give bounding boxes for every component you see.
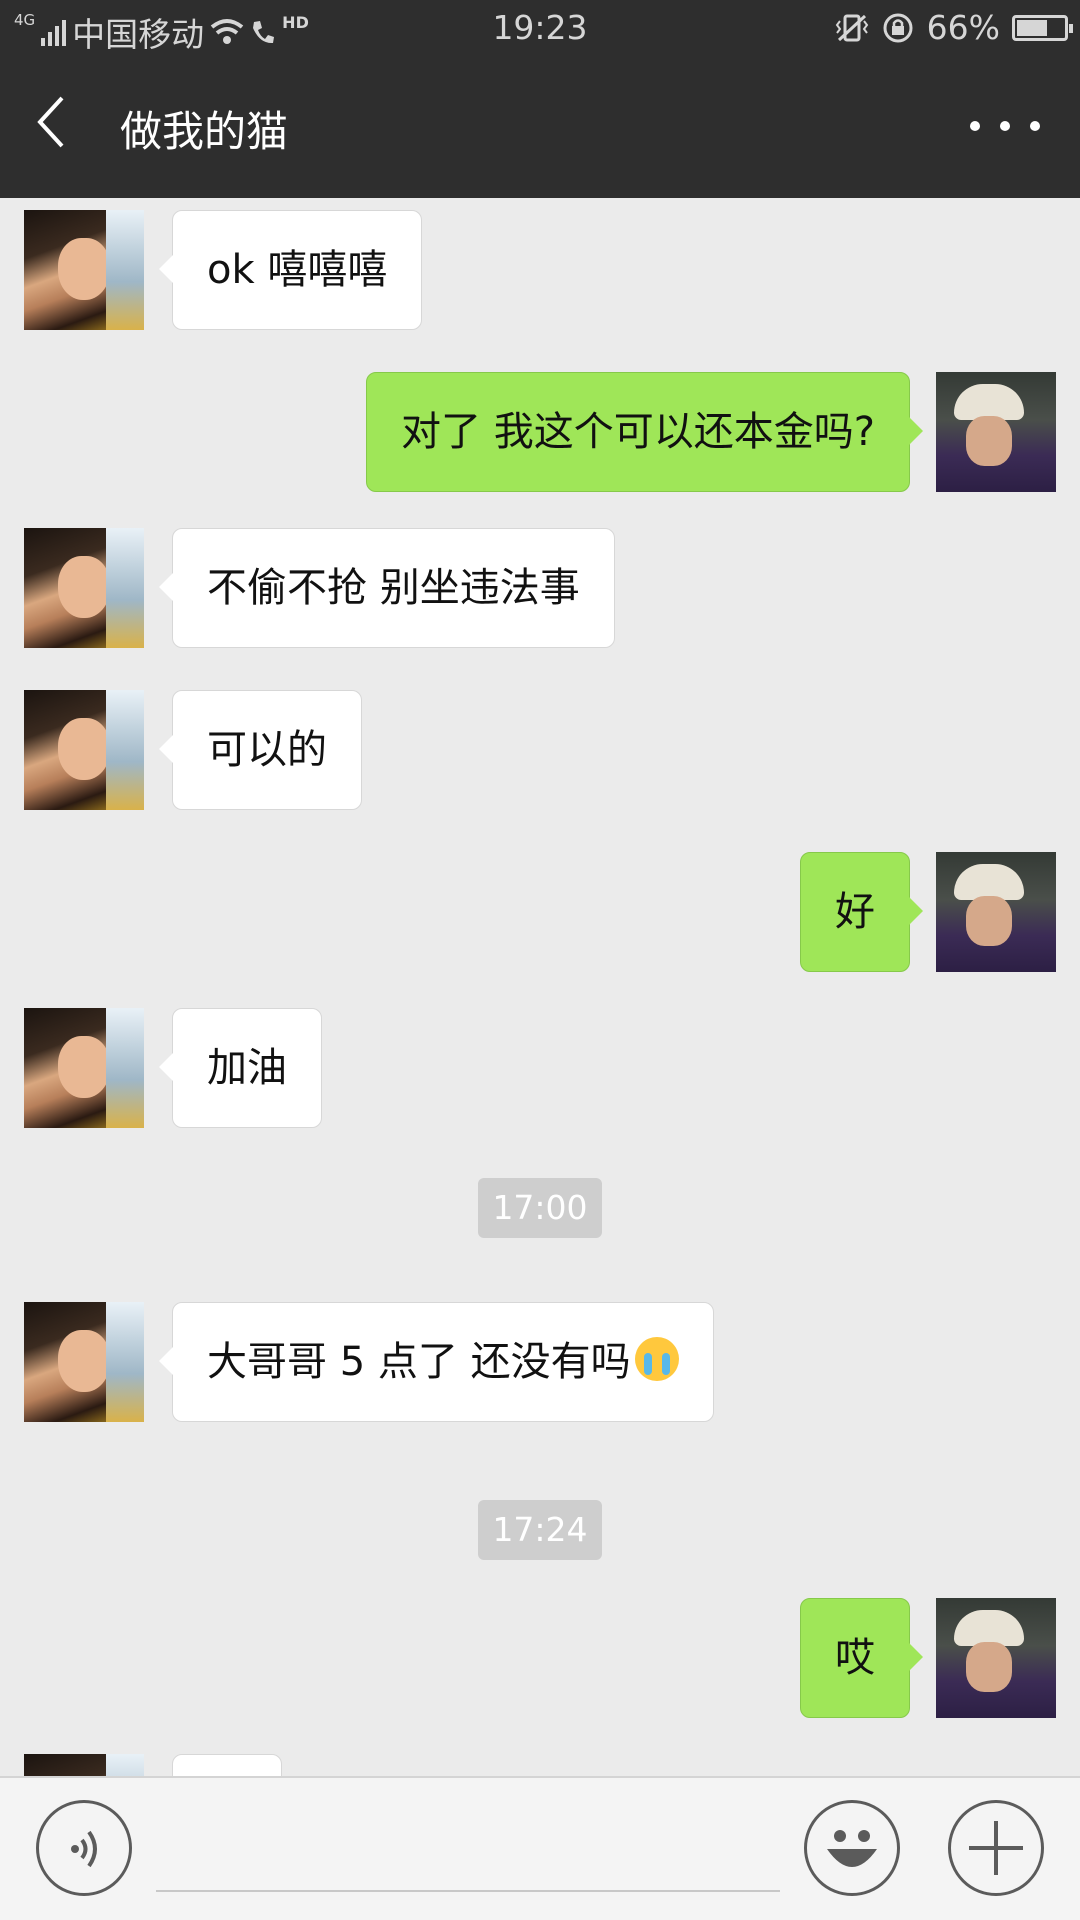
- sent-message[interactable]: 哎: [800, 1598, 923, 1718]
- more-dot-icon: [1030, 121, 1040, 131]
- contact-avatar[interactable]: [24, 1302, 144, 1422]
- more-dot-icon: [1000, 121, 1010, 131]
- my-avatar[interactable]: [936, 1598, 1056, 1718]
- chat-header: 做我的猫: [0, 56, 1080, 198]
- contact-avatar[interactable]: [24, 528, 144, 648]
- contact-avatar[interactable]: [24, 690, 144, 810]
- contact-avatar[interactable]: [24, 1754, 144, 1776]
- received-message[interactable]: 可以的: [159, 690, 362, 810]
- chat-title: 做我的猫: [120, 107, 289, 156]
- crying-emoji-icon: [634, 1337, 679, 1381]
- message-timestamp: 17:24: [478, 1500, 602, 1560]
- my-avatar[interactable]: [936, 852, 1056, 972]
- vibrate-icon: [835, 14, 868, 41]
- sent-message[interactable]: 好: [800, 852, 923, 972]
- received-message[interactable]: ok 嘻嘻嘻: [158, 210, 423, 330]
- emoji-icon: [827, 1830, 877, 1867]
- status-bar: 4G 中国移动 HD 19:23 66%: [0, 0, 1080, 56]
- more-dot-icon: [970, 121, 980, 131]
- message-text: 大哥哥 5 点了 还没有吗: [207, 1339, 631, 1385]
- rotation-lock-icon: [883, 13, 913, 42]
- voice-icon: [71, 1830, 97, 1868]
- emoji-button[interactable]: [804, 1800, 900, 1896]
- input-bar: [0, 1776, 1080, 1920]
- plus-icon: [969, 1821, 1023, 1875]
- sent-message[interactable]: 对了 我这个可以还本金吗?: [366, 372, 923, 492]
- battery-text: 66%: [926, 8, 1000, 47]
- more-functions-button[interactable]: [948, 1800, 1044, 1896]
- voice-input-button[interactable]: [36, 1800, 132, 1896]
- back-arrow-icon: [37, 96, 64, 148]
- received-message[interactable]: 不偷不抢 别坐违法事: [159, 528, 615, 648]
- received-message-partial[interactable]: [172, 1754, 282, 1776]
- message-timestamp: 17:00: [478, 1178, 602, 1238]
- more-options-button[interactable]: [970, 106, 1040, 146]
- message-input[interactable]: [156, 1802, 780, 1892]
- received-message[interactable]: 加油: [159, 1008, 322, 1128]
- contact-avatar[interactable]: [24, 1008, 144, 1128]
- message-list[interactable]: ok 嘻嘻嘻 对了 我这个可以还本金吗? 不偷不抢 别坐违法事 可以的 好 加油…: [0, 198, 1080, 1776]
- my-avatar[interactable]: [936, 372, 1056, 492]
- battery-icon: [1012, 14, 1073, 41]
- battery-level: [1017, 19, 1048, 36]
- status-right: 66%: [835, 8, 1073, 47]
- received-message[interactable]: 大哥哥 5 点了 还没有吗: [159, 1302, 714, 1422]
- contact-avatar[interactable]: [24, 210, 144, 330]
- back-button[interactable]: [30, 92, 90, 162]
